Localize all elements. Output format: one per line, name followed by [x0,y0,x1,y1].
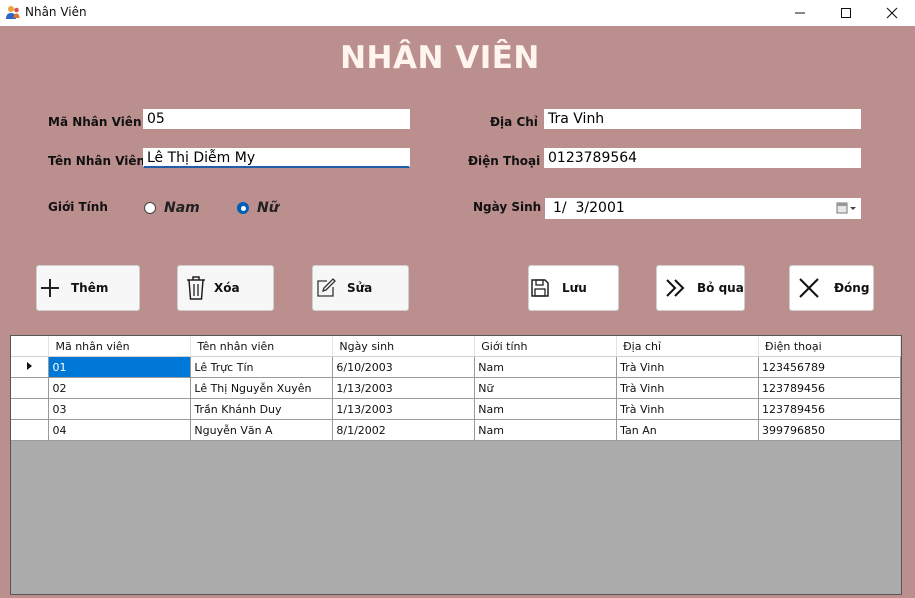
bo-qua-button[interactable]: Bỏ qua [656,265,745,311]
table-header-row: Mã nhân viên Tên nhân viên Ngày sinh Giớ… [11,336,901,357]
ngay-sinh-value: 1/ 3/2001 [553,200,625,216]
ma-nhan-vien-input[interactable]: 05 [143,109,410,129]
dia-chi-label: Địa Chỉ [490,115,538,129]
column-header[interactable]: Tên nhân viên [190,336,334,357]
table-cell[interactable]: Lê Trực Tín [190,356,334,378]
radio-circle-nam[interactable] [144,202,156,214]
maximize-button[interactable] [823,0,869,26]
save-icon [531,279,549,297]
table-cell[interactable]: 123456789 [758,356,901,378]
column-header[interactable]: Giới tính [474,336,618,357]
sua-button-label: Sửa [347,281,373,295]
window-title: Nhân Viên [25,5,87,19]
row-header[interactable] [11,398,50,420]
table-cell[interactable]: Nam [474,356,618,378]
table-row[interactable]: 01 Lê Trực Tín 6/10/2003 Nam Trà Vinh 12… [11,356,901,378]
form-client-area: NHÂN VIÊN Mã Nhân Viên 05 Tên Nhân Viên … [0,26,915,598]
table-cell[interactable]: 1/13/2003 [332,398,476,420]
row-header[interactable] [11,377,50,399]
row-header-corner [11,336,50,357]
minimize-button[interactable] [777,0,823,26]
employee-table: Mã nhân viên Tên nhân viên Ngày sinh Giớ… [11,336,901,441]
table-cell[interactable]: 123789456 [758,398,901,420]
close-icon [886,7,898,19]
employee-data-grid[interactable]: Mã nhân viên Tên nhân viên Ngày sinh Giớ… [10,335,902,595]
gender-radio-nam[interactable]: Nam [144,200,200,216]
them-button[interactable]: Thêm [36,265,140,311]
them-button-label: Thêm [71,281,109,295]
edit-icon [317,278,336,297]
ten-nhan-vien-input[interactable]: Lê Thị Diễm My [143,148,410,168]
table-cell[interactable]: 03 [48,398,192,420]
dia-chi-input[interactable]: Tra Vinh [544,109,861,129]
luu-button[interactable]: Lưu [528,265,619,311]
dong-button[interactable]: Đóng [789,265,874,311]
gender-radio-nu[interactable]: Nữ [237,200,279,216]
table-cell[interactable]: 01 [48,356,192,378]
column-header[interactable]: Mã nhân viên [48,336,192,357]
column-header[interactable]: Địa chỉ [616,336,760,357]
ten-nhan-vien-label: Tên Nhân Viên [48,154,146,168]
window-titlebar[interactable]: Nhân Viên [0,0,915,26]
table-cell[interactable]: Trà Vinh [616,356,760,378]
table-cell[interactable]: Nữ [474,377,618,399]
dien-thoai-input[interactable]: 0123789564 [544,148,861,168]
table-row[interactable]: 03 Trần Khánh Duy 1/13/2003 Nam Trà Vinh… [11,398,901,420]
radio-label-nam: Nam [164,200,200,216]
ma-nhan-vien-label: Mã Nhân Viên [48,115,142,129]
table-cell[interactable]: Nam [474,419,618,441]
maximize-icon [841,8,851,18]
table-row[interactable]: 02 Lê Thị Nguyễn Xuyên 1/13/2003 Nữ Trà … [11,377,901,399]
gioi-tinh-label: Giới Tính [48,200,108,214]
close-window-button[interactable] [869,0,915,26]
close-x-icon [799,278,819,298]
plus-icon [41,279,59,297]
table-cell[interactable]: 1/13/2003 [332,377,476,399]
form-heading: NHÂN VIÊN [340,40,540,76]
xoa-button-label: Xóa [214,281,240,295]
table-cell[interactable]: 399796850 [758,419,901,441]
row-header[interactable] [11,419,50,441]
table-cell[interactable]: Tan An [616,419,760,441]
dien-thoai-label: Điện Thoại [468,154,541,168]
ngay-sinh-datepicker[interactable]: 1/ 3/2001 [545,198,861,219]
table-cell[interactable]: Trà Vinh [616,398,760,420]
current-row-arrow-icon [26,361,32,370]
table-cell[interactable]: Nguyễn Văn A [190,419,334,441]
radio-circle-nu[interactable] [237,202,249,214]
radio-label-nu: Nữ [257,200,279,216]
row-header[interactable] [11,356,50,378]
sua-button[interactable]: Sửa [312,265,409,311]
calendar-dropdown-button[interactable] [836,201,858,215]
column-header[interactable]: Ngày sinh [332,336,476,357]
table-cell[interactable]: Nam [474,398,618,420]
xoa-button[interactable]: Xóa [177,265,274,311]
table-cell[interactable]: 6/10/2003 [332,356,476,378]
column-header[interactable]: Điện thoại [758,336,901,357]
table-row[interactable]: 04 Nguyễn Văn A 8/1/2002 Nam Tan An 3997… [11,419,901,441]
trash-icon [187,276,205,300]
table-cell[interactable]: 02 [48,377,192,399]
bo-qua-button-label: Bỏ qua [697,281,744,295]
calendar-icon [836,202,856,214]
table-cell[interactable]: Trà Vinh [616,377,760,399]
table-cell[interactable]: Lê Thị Nguyễn Xuyên [190,377,334,399]
minimize-icon [795,12,805,14]
app-user-icon [5,4,21,20]
table-cell[interactable]: Trần Khánh Duy [190,398,334,420]
ngay-sinh-label: Ngày Sinh [473,200,542,214]
luu-button-label: Lưu [562,281,587,295]
skip-icon [666,279,685,297]
dong-button-label: Đóng [834,281,870,295]
table-cell[interactable]: 04 [48,419,192,441]
table-cell[interactable]: 123789456 [758,377,901,399]
table-cell[interactable]: 8/1/2002 [332,419,476,441]
